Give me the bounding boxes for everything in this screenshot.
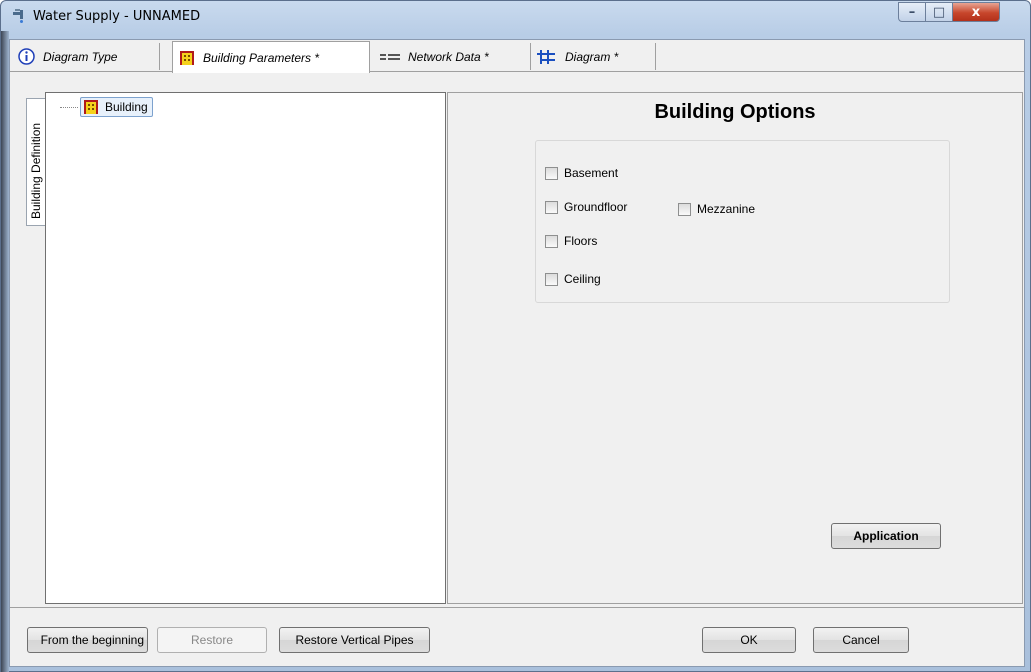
tab-label: Diagram Type [43, 49, 118, 64]
checkbox-box[interactable] [545, 272, 558, 286]
title-bar[interactable]: Water Supply - UNNAMED – □ x [1, 1, 1030, 31]
application-button[interactable]: Application [831, 523, 941, 549]
cancel-button[interactable]: Cancel [813, 627, 909, 653]
tab-building-definition[interactable]: Building Definition [26, 98, 45, 226]
restore-vertical-pipes-button[interactable]: Restore Vertical Pipes [279, 627, 430, 653]
main-tab-strip: Diagram Type Building Parameters * Netwo… [10, 40, 1024, 73]
maximize-button[interactable]: □ [926, 2, 953, 22]
footer-divider [10, 607, 1024, 608]
groundfloor-checkbox[interactable]: Groundfloor [545, 200, 627, 214]
checkbox-label: Basement [564, 166, 619, 180]
tab-diagram[interactable]: Diagram * [531, 43, 656, 70]
dialog-client-area: Diagram Type Building Parameters * Netwo… [9, 39, 1025, 667]
checkbox-box[interactable] [678, 202, 691, 216]
tab-label: Network Data * [408, 49, 489, 64]
ceiling-checkbox[interactable]: Ceiling [545, 272, 601, 286]
from-beginning-button[interactable]: From the beginning [27, 627, 148, 653]
water-tap-icon [13, 9, 23, 23]
tab-label: Diagram * [565, 49, 619, 64]
tree-item-selected[interactable]: Building [80, 97, 153, 117]
mezzanine-checkbox[interactable]: Mezzanine [678, 202, 755, 216]
network-icon [380, 51, 400, 63]
options-group: Basement Groundfloor Mezzanine Floors Ce… [535, 140, 950, 303]
checkbox-label: Groundfloor [564, 200, 628, 214]
checkbox-box[interactable] [545, 200, 558, 214]
close-icon: x [971, 4, 981, 20]
window-left-edge [1, 31, 9, 672]
basement-checkbox[interactable]: Basement [545, 166, 618, 180]
side-tab-label: Building Definition [29, 122, 43, 219]
building-options-panel: Building Options Basement Groundfloor Me… [447, 92, 1023, 604]
tree-node-building[interactable]: Building [60, 97, 153, 117]
floors-checkbox[interactable]: Floors [545, 234, 597, 248]
tab-label: Building Parameters * [203, 50, 320, 65]
panel-title: Building Options [654, 101, 816, 123]
minimize-button[interactable]: – [898, 2, 926, 22]
building-tree[interactable]: Building [45, 92, 446, 604]
window-title: Water Supply - UNNAMED [33, 9, 201, 24]
tab-building-parameters[interactable]: Building Parameters * [172, 41, 370, 73]
tab-network-data[interactable]: Network Data * [374, 43, 531, 70]
tree-item-label: Building [105, 100, 148, 114]
close-button[interactable]: x [953, 2, 1000, 22]
info-icon [18, 48, 35, 65]
checkbox-box[interactable] [545, 166, 558, 180]
checkbox-box[interactable] [545, 234, 558, 248]
building-icon [84, 100, 98, 114]
ok-button[interactable]: OK [702, 627, 796, 653]
minimize-icon: – [908, 4, 916, 20]
tree-connector [60, 106, 78, 108]
checkbox-label: Floors [564, 234, 598, 248]
diagram-icon [537, 49, 557, 65]
maximize-icon: □ [932, 4, 946, 20]
app-window: Water Supply - UNNAMED – □ x Diagram Typ… [0, 0, 1031, 672]
tab-diagram-type[interactable]: Diagram Type [12, 43, 160, 70]
checkbox-label: Ceiling [564, 272, 601, 286]
checkbox-label: Mezzanine [697, 202, 756, 216]
restore-button[interactable]: Restore [157, 627, 267, 653]
building-icon [179, 50, 195, 66]
